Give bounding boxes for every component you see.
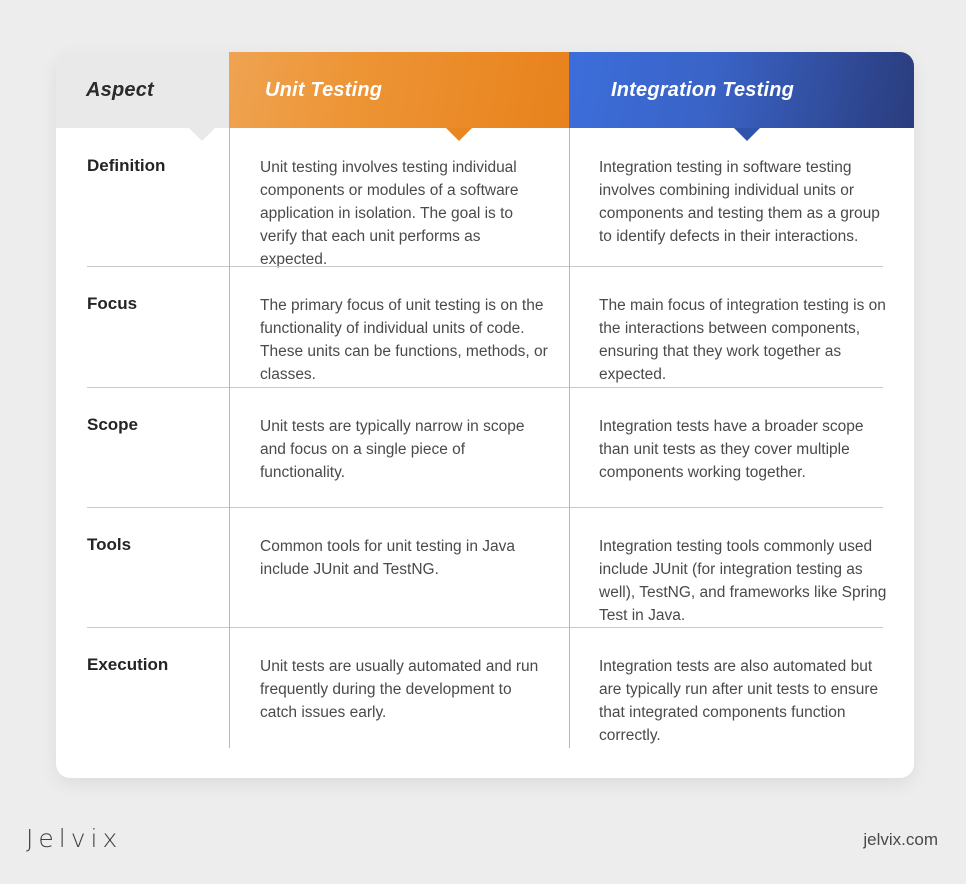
cell-text-integration: Integration tests are also automated but… (599, 658, 879, 744)
table-row: Execution Unit tests are usually automat… (56, 627, 914, 748)
cell-text-integration: Integration testing in software testing … (599, 159, 880, 245)
cell-integration-testing: Integration testing tools commonly used … (569, 507, 914, 627)
table-row: Definition Unit testing involves testing… (56, 128, 914, 268)
cell-aspect: Tools (56, 507, 229, 627)
table-header-row: Aspect Unit Testing Integration Testing (56, 52, 914, 128)
aspect-label: Tools (87, 535, 132, 554)
cell-integration-testing: Integration tests are also automated but… (569, 627, 914, 748)
cell-aspect: Definition (56, 128, 229, 266)
jelvix-logo: Jelvix (26, 824, 123, 853)
cell-aspect: Focus (56, 266, 229, 387)
table-row: Focus The primary focus of unit testing … (56, 266, 914, 387)
cell-unit-testing: Unit tests are typically narrow in scope… (229, 387, 569, 507)
cell-aspect: Scope (56, 387, 229, 507)
header-cell-aspect: Aspect (56, 52, 229, 128)
website-url: jelvix.com (863, 830, 938, 849)
cell-text-integration: The main focus of integration testing is… (599, 297, 886, 383)
cell-text-unit: Unit tests are usually automated and run… (260, 658, 539, 721)
comparison-table-card: Aspect Unit Testing Integration Testing … (56, 52, 914, 778)
cell-text-integration: Integration testing tools commonly used … (599, 538, 887, 624)
cell-text-unit: Unit tests are typically narrow in scope… (260, 418, 525, 481)
aspect-label: Scope (87, 415, 139, 434)
aspect-label: Focus (87, 294, 138, 313)
table-row: Tools Common tools for unit testing in J… (56, 507, 914, 627)
page-footer: Jelvix jelvix.com (0, 810, 966, 884)
aspect-label: Execution (87, 655, 169, 674)
aspect-label: Definition (87, 156, 166, 175)
header-label-aspect: Aspect (86, 78, 154, 101)
header-cell-unit-testing: Unit Testing (229, 52, 569, 128)
header-cell-integration-testing: Integration Testing (569, 52, 914, 128)
table-row: Scope Unit tests are typically narrow in… (56, 387, 914, 507)
header-label-unit-testing: Unit Testing (265, 78, 383, 101)
cell-unit-testing: The primary focus of unit testing is on … (229, 266, 569, 387)
header-label-integration-testing: Integration Testing (611, 78, 795, 101)
cell-unit-testing: Unit testing involves testing individual… (229, 128, 569, 268)
cell-text-unit: Unit testing involves testing individual… (260, 159, 519, 268)
cell-integration-testing: Integration tests have a broader scope t… (569, 387, 914, 507)
cell-unit-testing: Common tools for unit testing in Java in… (229, 507, 569, 627)
cell-text-unit: The primary focus of unit testing is on … (260, 297, 548, 383)
table-body: Definition Unit testing involves testing… (56, 128, 914, 748)
cell-integration-testing: The main focus of integration testing is… (569, 266, 914, 387)
cell-unit-testing: Unit tests are usually automated and run… (229, 627, 569, 748)
cell-text-integration: Integration tests have a broader scope t… (599, 418, 864, 481)
cell-integration-testing: Integration testing in software testing … (569, 128, 914, 266)
cell-aspect: Execution (56, 627, 229, 748)
cell-text-unit: Common tools for unit testing in Java in… (260, 538, 516, 578)
